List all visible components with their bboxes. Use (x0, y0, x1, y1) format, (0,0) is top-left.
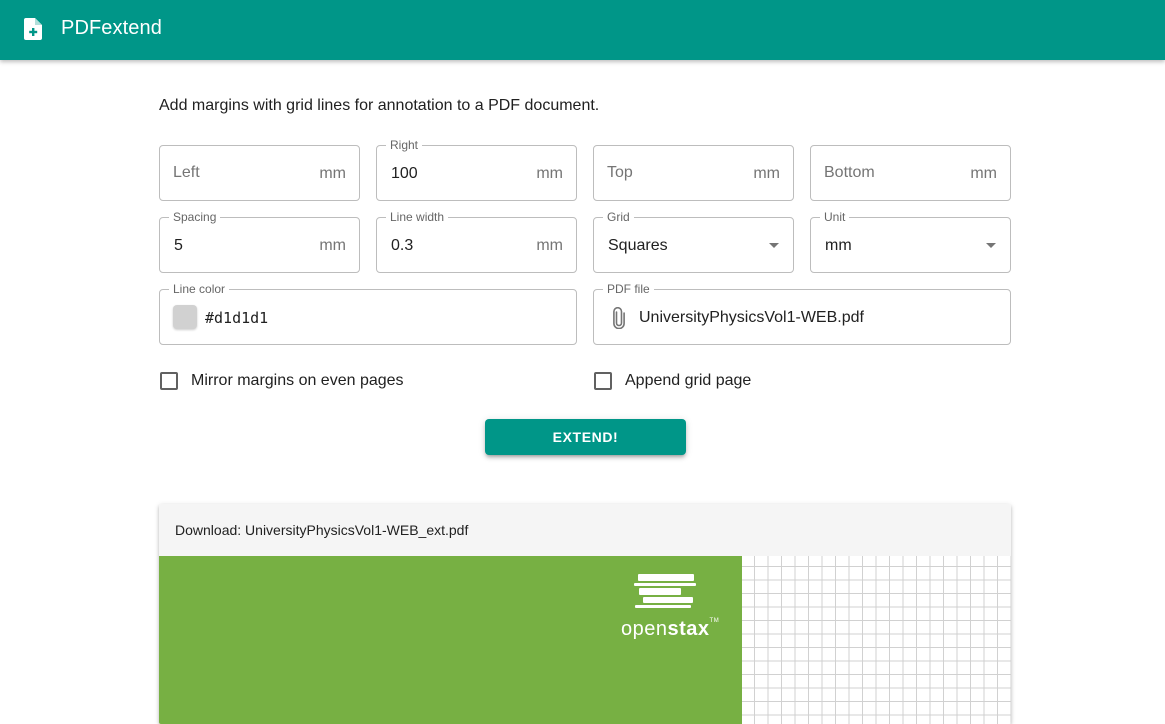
openstax-logo: openstaxTM (621, 574, 731, 644)
line-color-value: #d1d1d1 (205, 309, 269, 327)
pdf-file-name: UniversityPhysicsVol1-WEB.pdf (639, 309, 864, 326)
line-width-label: Line width (386, 209, 449, 225)
bottom-margin-placeholder: Bottom (824, 164, 875, 181)
bottom-margin-field[interactable]: Bottom mm (810, 145, 1011, 201)
chevron-down-icon (769, 243, 779, 248)
logo-book-bar (639, 588, 681, 595)
wordmark-light: open (621, 618, 668, 640)
line-color-label: Line color (169, 281, 230, 297)
pdf-preview: openstaxTM (159, 556, 1011, 724)
top-margin-placeholder: Top (607, 164, 633, 181)
unit-selected-value: mm (825, 237, 852, 254)
right-margin-label: Right (386, 137, 423, 153)
right-margin-unit: mm (536, 165, 563, 182)
grid-margin-preview (742, 556, 1011, 724)
append-grid-page-option[interactable]: Append grid page (594, 372, 751, 390)
grid-select[interactable]: Grid Squares (593, 209, 794, 273)
top-margin-unit: mm (753, 165, 780, 182)
grid-label: Grid (603, 209, 634, 225)
logo-book-bar (634, 583, 696, 586)
left-margin-field[interactable]: Left mm (159, 145, 360, 201)
top-margin-field[interactable]: Top mm (593, 145, 794, 201)
left-margin-unit: mm (319, 165, 346, 182)
line-width-value: 0.3 (391, 237, 414, 254)
download-link[interactable]: Download: UniversityPhysicsVol1-WEB_ext.… (175, 522, 468, 538)
spacing-value: 5 (174, 237, 183, 254)
mirror-margins-checkbox[interactable] (160, 372, 178, 390)
spacing-label: Spacing (169, 209, 221, 225)
chevron-down-icon (986, 243, 996, 248)
right-margin-field[interactable]: Right 100 mm (376, 137, 577, 201)
intro-text: Add margins with grid lines for annotati… (159, 97, 600, 114)
trademark: TM (709, 618, 720, 624)
left-margin-placeholder: Left (173, 164, 200, 181)
unit-select[interactable]: Unit mm (810, 209, 1011, 273)
spacing-field[interactable]: Spacing 5 mm (159, 209, 360, 273)
color-swatch[interactable] (173, 305, 197, 329)
bottom-margin-unit: mm (970, 165, 997, 182)
pdf-file-label: PDF file (603, 281, 654, 297)
mirror-margins-option[interactable]: Mirror margins on even pages (160, 372, 404, 390)
app-bar: PDFextend (0, 0, 1165, 60)
spacing-unit: mm (319, 237, 346, 254)
extend-button[interactable]: EXTEND! (485, 419, 686, 455)
mirror-margins-label: Mirror margins on even pages (191, 372, 404, 389)
unit-label: Unit (820, 209, 850, 225)
logo-book-bar (643, 597, 693, 603)
result-card: Download: UniversityPhysicsVol1-WEB_ext.… (159, 504, 1011, 724)
line-width-unit: mm (536, 237, 563, 254)
pdf-file-field[interactable]: PDF file UniversityPhysicsVol1-WEB.pdf (593, 281, 1011, 345)
grid-selected-value: Squares (608, 237, 668, 254)
openstax-wordmark: openstaxTM (621, 618, 719, 641)
wordmark-bold: stax (667, 618, 710, 640)
book-cover: openstaxTM (159, 556, 742, 724)
file-plus-icon (24, 18, 42, 40)
line-color-field[interactable]: Line color #d1d1d1 (159, 281, 577, 345)
logo-book-bar (635, 605, 691, 608)
app-title: PDFextend (61, 17, 162, 39)
append-grid-page-checkbox[interactable] (594, 372, 612, 390)
result-card-header: Download: UniversityPhysicsVol1-WEB_ext.… (159, 504, 1011, 556)
right-margin-value: 100 (391, 165, 418, 182)
append-grid-page-label: Append grid page (625, 372, 752, 389)
paperclip-icon (613, 307, 625, 329)
line-width-field[interactable]: Line width 0.3 mm (376, 209, 577, 273)
logo-book-bar (638, 574, 694, 581)
